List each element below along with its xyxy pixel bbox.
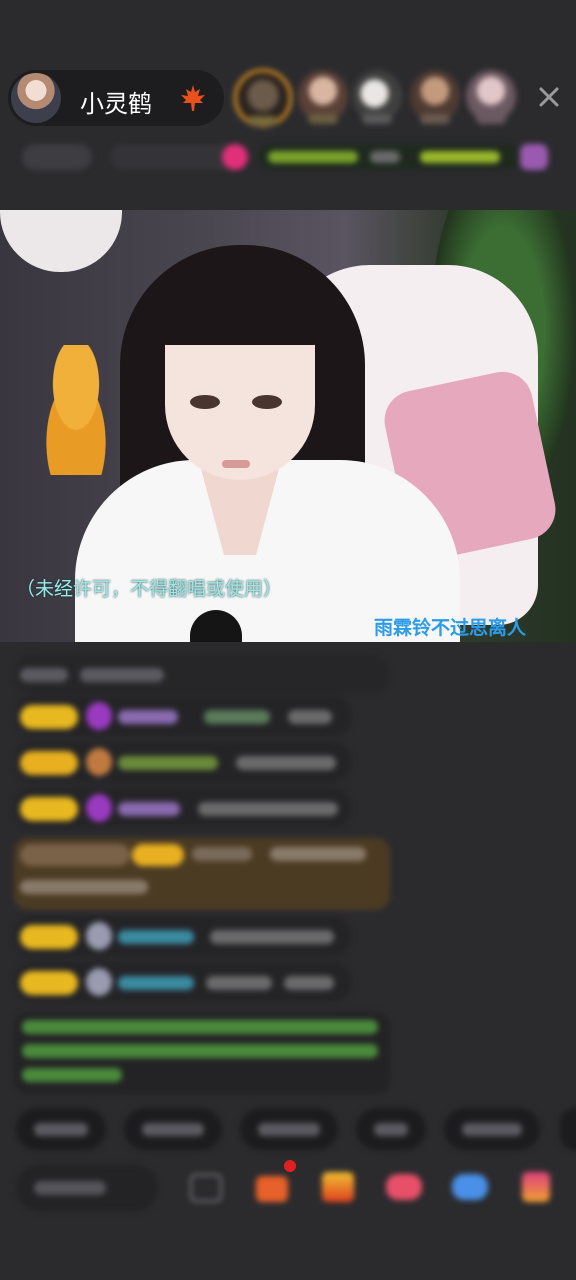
system-notice: [14, 1012, 390, 1094]
quick-reply-chip[interactable]: [560, 1108, 576, 1150]
fans-chip[interactable]: [110, 144, 238, 170]
rank-chip[interactable]: [22, 144, 92, 170]
chat-message[interactable]: [14, 654, 390, 694]
host-avatar[interactable]: [11, 73, 61, 123]
top-viewer-avatar[interactable]: [410, 70, 460, 124]
live-video[interactable]: （未经许可，不得翻唱或使用） 雨霖铃不过思离人: [0, 210, 576, 642]
host-info-pill[interactable]: 小灵鹤: [8, 70, 224, 126]
top-viewer-avatar[interactable]: [298, 70, 348, 124]
lamp: [0, 210, 122, 272]
quick-reply-chip[interactable]: [240, 1108, 338, 1150]
eye: [190, 395, 220, 409]
gift-box-icon[interactable]: [252, 1168, 292, 1206]
video-subtitle-song: 雨霖铃不过思离人: [374, 617, 527, 639]
lips: [222, 460, 250, 468]
heart-gift-icon[interactable]: [384, 1168, 424, 1206]
close-icon: [539, 87, 559, 107]
maple-leaf-icon: [181, 85, 205, 111]
quick-reply-chip[interactable]: [16, 1108, 106, 1150]
badge-icon: [222, 144, 248, 170]
chat-message[interactable]: [14, 696, 352, 736]
cloud-gift-icon[interactable]: [450, 1168, 490, 1206]
notification-dot: [284, 1160, 296, 1172]
host-name: 小灵鹤: [80, 90, 152, 118]
more-gift-icon[interactable]: [516, 1168, 556, 1206]
quick-reply-chip[interactable]: [356, 1108, 426, 1150]
top-viewer-avatar[interactable]: [352, 70, 402, 124]
top-viewer-avatar[interactable]: [234, 69, 292, 127]
quick-reply-chip[interactable]: [444, 1108, 540, 1150]
comment-input[interactable]: [16, 1165, 158, 1211]
video-subtitle-notice: （未经许可，不得翻唱或使用）: [16, 578, 283, 600]
keyboard-icon[interactable]: [186, 1168, 226, 1206]
eye: [252, 395, 282, 409]
chat-message[interactable]: [14, 788, 352, 828]
popcorn-icon[interactable]: [318, 1168, 358, 1206]
chat-message[interactable]: [14, 916, 352, 956]
duck-plush: [30, 345, 122, 475]
quick-reply-chip[interactable]: [124, 1108, 222, 1150]
activity-banner[interactable]: [258, 144, 520, 170]
top-viewer-avatar[interactable]: [466, 70, 516, 124]
gift-message-card[interactable]: [14, 838, 390, 910]
room-info-strip[interactable]: [22, 140, 562, 174]
chat-message[interactable]: [14, 742, 352, 782]
chat-message[interactable]: [14, 962, 352, 1002]
close-button[interactable]: [532, 80, 566, 114]
gift-icon[interactable]: [520, 144, 548, 170]
